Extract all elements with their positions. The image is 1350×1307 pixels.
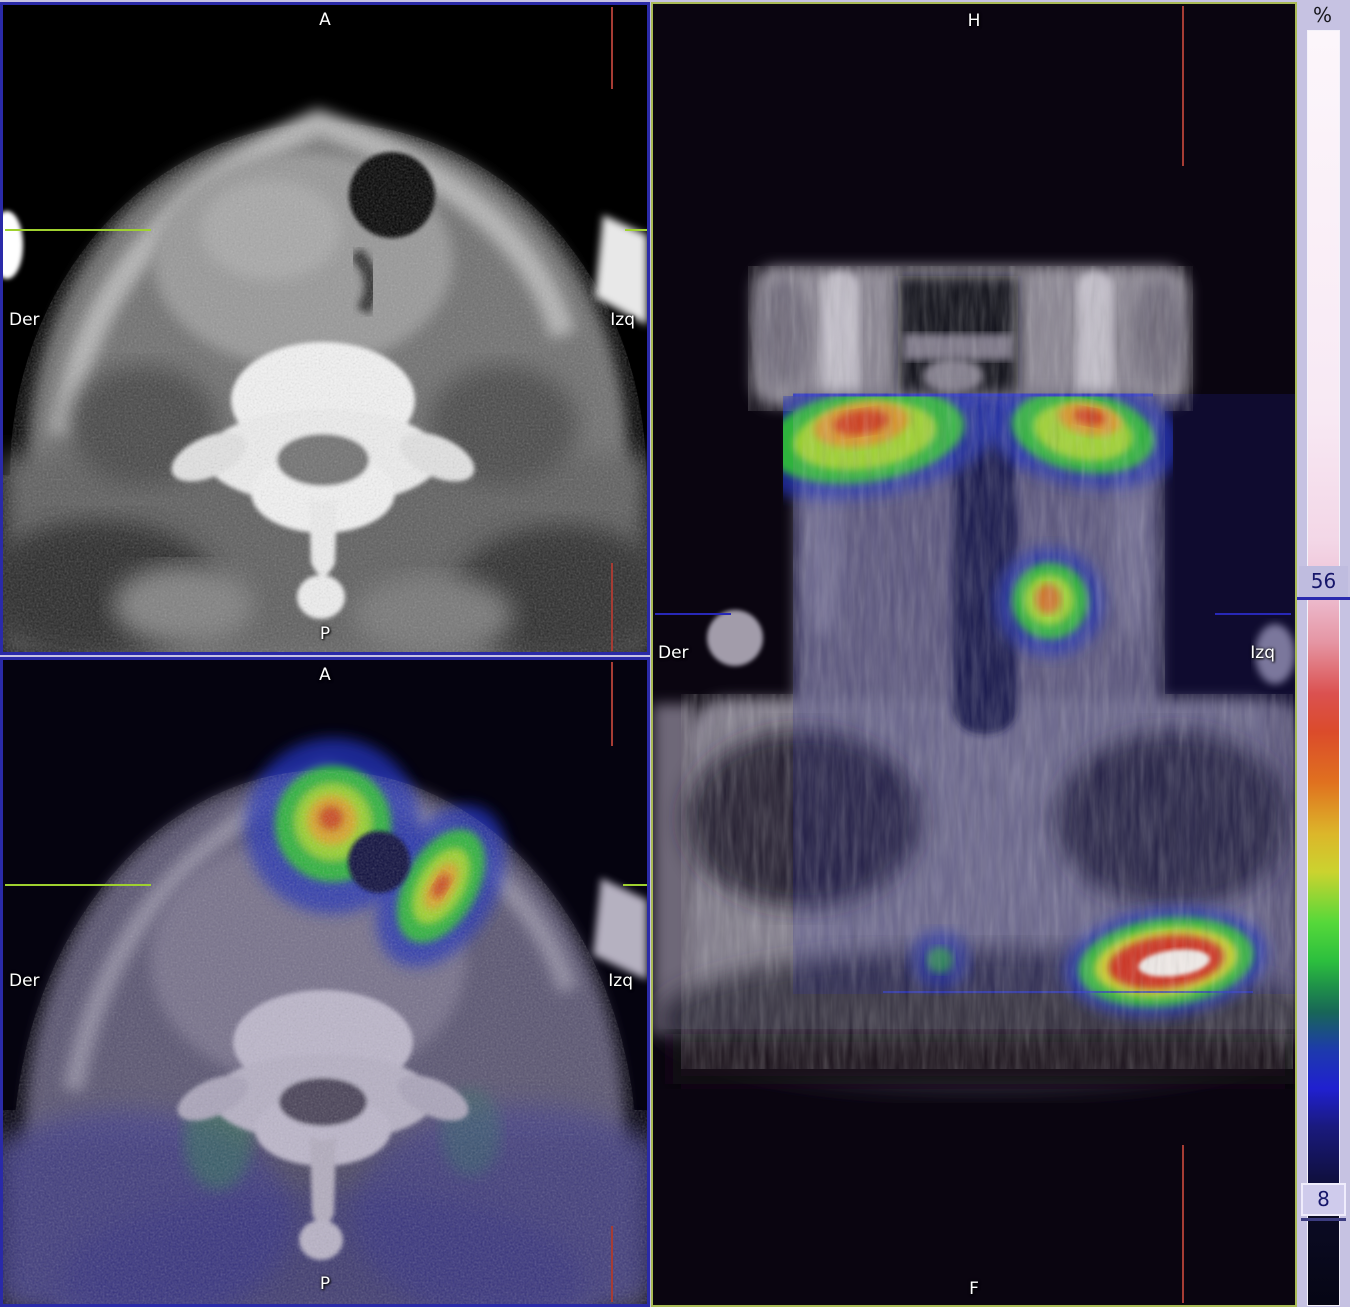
orientation-label-anterior: A	[3, 666, 647, 685]
color-scale-gradient[interactable]	[1307, 30, 1340, 1306]
orientation-label-anterior: A	[3, 11, 647, 30]
panel-coronal-fused[interactable]: H F Der Izq	[651, 2, 1297, 1307]
orientation-label-left: Izq	[1250, 644, 1275, 663]
axial-ct-image[interactable]	[3, 5, 647, 652]
orientation-label-left: Izq	[608, 972, 633, 991]
upper-threshold-value[interactable]: 56	[1299, 566, 1348, 597]
crosshair-horizontal-tick[interactable]	[623, 884, 647, 886]
crosshair-horizontal-line[interactable]	[5, 229, 151, 231]
orientation-label-left: Izq	[610, 311, 635, 330]
lower-threshold-marker[interactable]	[1301, 1218, 1346, 1221]
color-scale-panel: % 56 8	[1297, 0, 1350, 1307]
orientation-label-right: Der	[9, 311, 40, 330]
crosshair-horizontal-tick[interactable]	[625, 229, 647, 231]
coronal-fused-image[interactable]	[653, 4, 1295, 1305]
upper-threshold-marker[interactable]	[1297, 597, 1350, 600]
fusion-viewer-window: A P Der Izq	[0, 0, 1350, 1307]
orientation-label-right: Der	[658, 644, 689, 663]
panel-axial-ct[interactable]: A P Der Izq	[0, 2, 650, 655]
axial-fused-image[interactable]	[3, 660, 647, 1304]
orientation-label-right: Der	[9, 972, 40, 991]
crosshair-horizontal-line[interactable]	[5, 884, 151, 886]
lower-threshold-value[interactable]: 8	[1301, 1183, 1346, 1216]
crosshair-horizontal-left[interactable]	[655, 613, 731, 615]
orientation-label-posterior: P	[3, 1275, 647, 1294]
orientation-label-head: H	[653, 12, 1295, 31]
orientation-label-posterior: P	[3, 625, 647, 644]
crosshair-horizontal-right[interactable]	[1215, 613, 1291, 615]
percent-unit-label: %	[1297, 3, 1348, 27]
panel-axial-fused[interactable]: A P Der Izq	[0, 657, 650, 1307]
orientation-label-feet: F	[653, 1280, 1295, 1299]
